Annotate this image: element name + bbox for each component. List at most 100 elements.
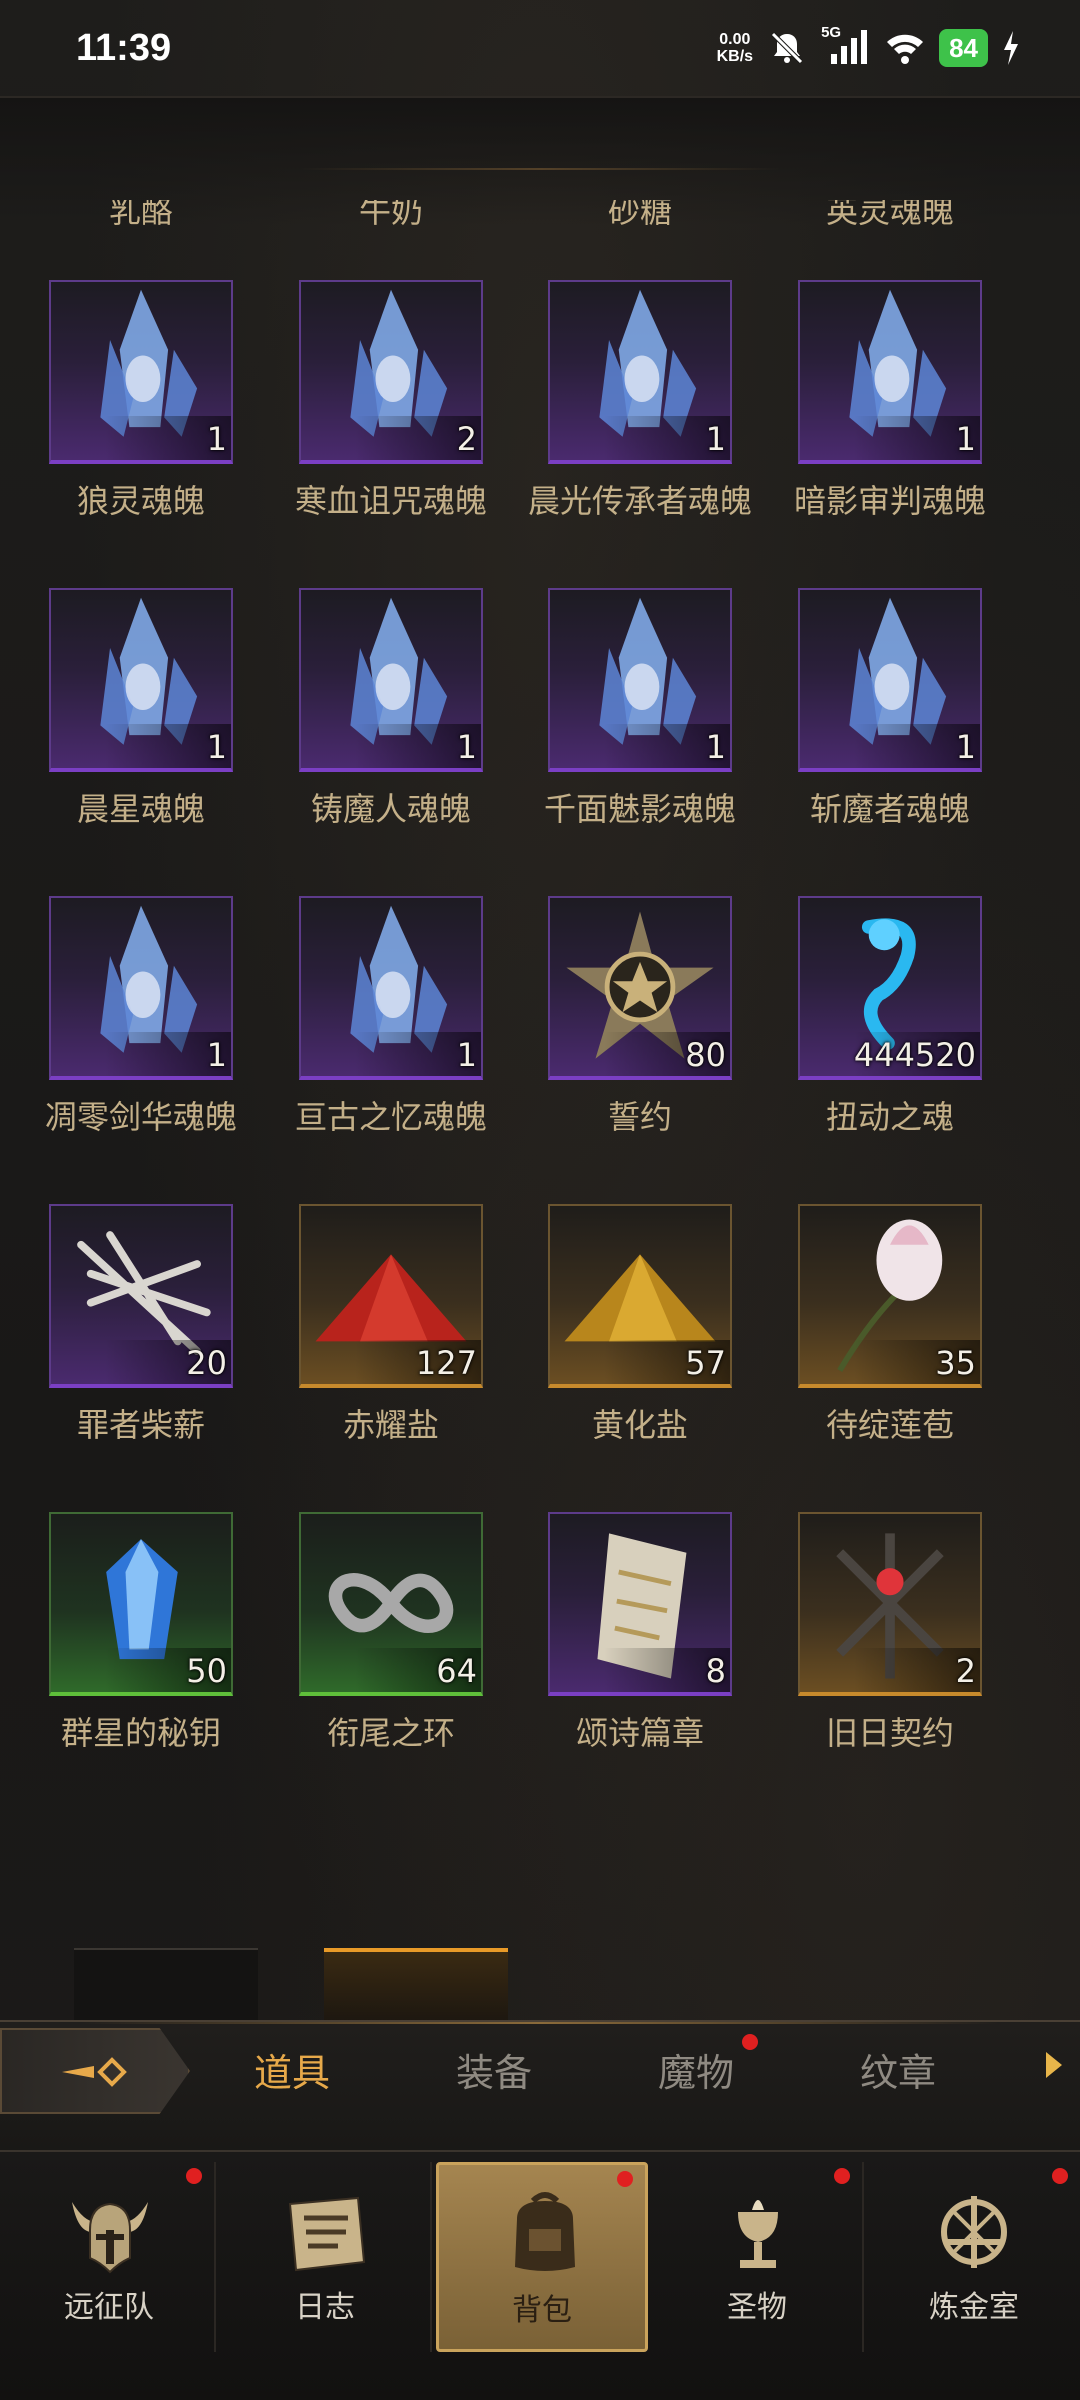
item-tile[interactable]: 444520	[798, 896, 982, 1080]
item-name: 暗影审判魂魄	[793, 482, 986, 520]
item-count: 80	[685, 1036, 726, 1074]
item-tile[interactable]: 57	[548, 1204, 732, 1388]
inventory-item[interactable]: 2 旧日契约	[749, 1512, 999, 1772]
item-name: 牛奶	[358, 200, 423, 230]
nav-journal[interactable]: 日志	[220, 2162, 432, 2352]
inventory-item[interactable]: 1 千面魅影魂魄	[499, 588, 749, 848]
inventory-item[interactable]: 20 罪者柴薪	[0, 1204, 250, 1464]
backpack-icon	[515, 2192, 575, 2271]
item-count: 1	[456, 728, 477, 766]
header-filigree	[300, 168, 780, 170]
item-tile-partial[interactable]	[74, 1948, 258, 2020]
arrow-diamond-icon	[62, 2057, 127, 2087]
tab-equipment[interactable]: 装备	[414, 2042, 574, 2102]
chevron-right-icon[interactable]	[1042, 2050, 1066, 2080]
tab-emblems[interactable]: 纹章	[818, 2042, 978, 2102]
inventory-item[interactable]: 179乳酪	[0, 200, 250, 250]
status-icons: 0.00 KB/s 5G 84	[716, 24, 1020, 68]
inventory-item[interactable]: 35 待绽莲苞	[749, 1204, 999, 1464]
item-tile[interactable]: 1	[49, 280, 233, 464]
inventory-item[interactable]: 1 斩魔者魂魄	[749, 588, 999, 848]
item-name: 斩魔者魂魄	[809, 790, 970, 828]
inventory-item[interactable]: 64 衔尾之环	[250, 1512, 500, 1772]
item-name: 乳酪	[108, 200, 173, 230]
item-tile[interactable]: 1	[548, 588, 732, 772]
item-tile[interactable]: 64	[299, 1512, 483, 1696]
item-tile[interactable]: 8	[548, 1512, 732, 1696]
nav-relics[interactable]: 圣物	[652, 2162, 864, 2352]
item-tile[interactable]: 50	[49, 1512, 233, 1696]
item-name: 晨光传承者魂魄	[527, 482, 752, 520]
item-count: 20	[186, 1344, 227, 1382]
signal-icon: 5G	[821, 24, 871, 68]
mute-bell-icon	[771, 32, 803, 64]
network-type: 5G	[821, 24, 842, 41]
item-tile[interactable]: 80	[548, 896, 732, 1080]
item-tile[interactable]: 1	[299, 896, 483, 1080]
item-name: 罪者柴薪	[76, 1406, 205, 1444]
nav-label: 炼金室	[929, 2290, 1019, 2325]
nav-label: 远征队	[64, 2290, 154, 2325]
net-speed-unit: KB/s	[716, 48, 754, 65]
inventory-item[interactable]: 226砂糖	[499, 200, 749, 250]
inventory-item[interactable]: 1 狼灵魂魄	[0, 280, 250, 540]
item-name: 黄化盐	[591, 1406, 688, 1444]
inventory-item[interactable]: 137英灵魂魄	[749, 200, 999, 250]
inventory-item[interactable]: 80 誓约	[499, 896, 749, 1156]
item-name: 颂诗篇章	[575, 1714, 704, 1752]
inventory-item[interactable]: 127 赤耀盐	[250, 1204, 500, 1464]
inventory-item[interactable]: 201牛奶	[250, 200, 500, 250]
item-name: 铸魔人魂魄	[310, 790, 471, 828]
item-tile[interactable]: 1	[548, 280, 732, 464]
item-tile[interactable]: 1	[798, 588, 982, 772]
inventory-item[interactable]: 50 群星的秘钥	[0, 1512, 250, 1772]
item-tile[interactable]: 2	[299, 280, 483, 464]
item-tile[interactable]: 1	[299, 588, 483, 772]
inventory-item[interactable]: 2 寒血诅咒魂魄	[250, 280, 500, 540]
tab-monsters[interactable]: 魔物	[616, 2034, 776, 2102]
item-name: 旧日契约	[825, 1714, 954, 1752]
net-speed-value: 0.00	[719, 31, 751, 48]
inventory-item[interactable]: 1 铸魔人魂魄	[250, 588, 500, 848]
inventory-item[interactable]: 1 晨光传承者魂魄	[499, 280, 752, 540]
nav-backpack[interactable]: 背包	[436, 2162, 648, 2352]
notification-dot	[186, 2168, 202, 2184]
item-name: 誓约	[607, 1098, 672, 1136]
item-count: 2	[456, 420, 477, 458]
item-count: 1	[705, 420, 726, 458]
item-tile[interactable]: 1	[49, 588, 233, 772]
item-tile[interactable]: 127	[299, 1204, 483, 1388]
item-count: 1	[206, 728, 227, 766]
item-tile[interactable]: 35	[798, 1204, 982, 1388]
inventory-item[interactable]: 444520 扭动之魂	[749, 896, 999, 1156]
tab-bar-divider	[80, 2022, 1000, 2024]
inventory-item[interactable]: 1 暗影审判魂魄	[749, 280, 999, 540]
nav-alchemy[interactable]: 炼金室	[868, 2162, 1080, 2352]
alchemy-icon	[941, 2196, 1007, 2268]
item-count: 127	[415, 1344, 477, 1382]
tab-label: 魔物	[657, 2051, 734, 2095]
inventory-item[interactable]: 1 凋零剑华魂魄	[0, 896, 250, 1156]
category-tab-bar: 道具 装备 魔物 纹章	[0, 2020, 1080, 2150]
notification-dot	[834, 2168, 850, 2184]
inventory-grid: 179乳酪201牛奶226砂糖137英灵魂魄1狼灵魂魄2寒血诅咒魂魄1晨光传承者…	[0, 200, 1080, 2020]
inventory-item[interactable]: 8 颂诗篇章	[499, 1512, 749, 1772]
item-tile[interactable]: 20	[49, 1204, 233, 1388]
item-count: 1	[955, 420, 976, 458]
horned-helmet-icon	[72, 2202, 148, 2274]
item-tile[interactable]: 2	[798, 1512, 982, 1696]
item-tile[interactable]: 1	[49, 896, 233, 1080]
charging-icon	[1004, 31, 1018, 65]
item-name: 砂糖	[607, 200, 672, 230]
nav-expedition[interactable]: 远征队	[4, 2162, 216, 2352]
tab-toggle-button[interactable]	[0, 2028, 190, 2114]
item-count: 1	[955, 728, 976, 766]
inventory-item[interactable]: 1 亘古之忆魂魄	[250, 896, 500, 1156]
battery-level: 84	[939, 29, 988, 67]
item-tile-partial[interactable]	[324, 1948, 508, 2020]
tab-items[interactable]: 道具	[212, 2042, 372, 2102]
item-tile[interactable]: 1	[798, 280, 982, 464]
inventory-item[interactable]: 57 黄化盐	[499, 1204, 749, 1464]
inventory-item[interactable]: 1 晨星魂魄	[0, 588, 250, 848]
item-name: 群星的秘钥	[60, 1714, 221, 1752]
